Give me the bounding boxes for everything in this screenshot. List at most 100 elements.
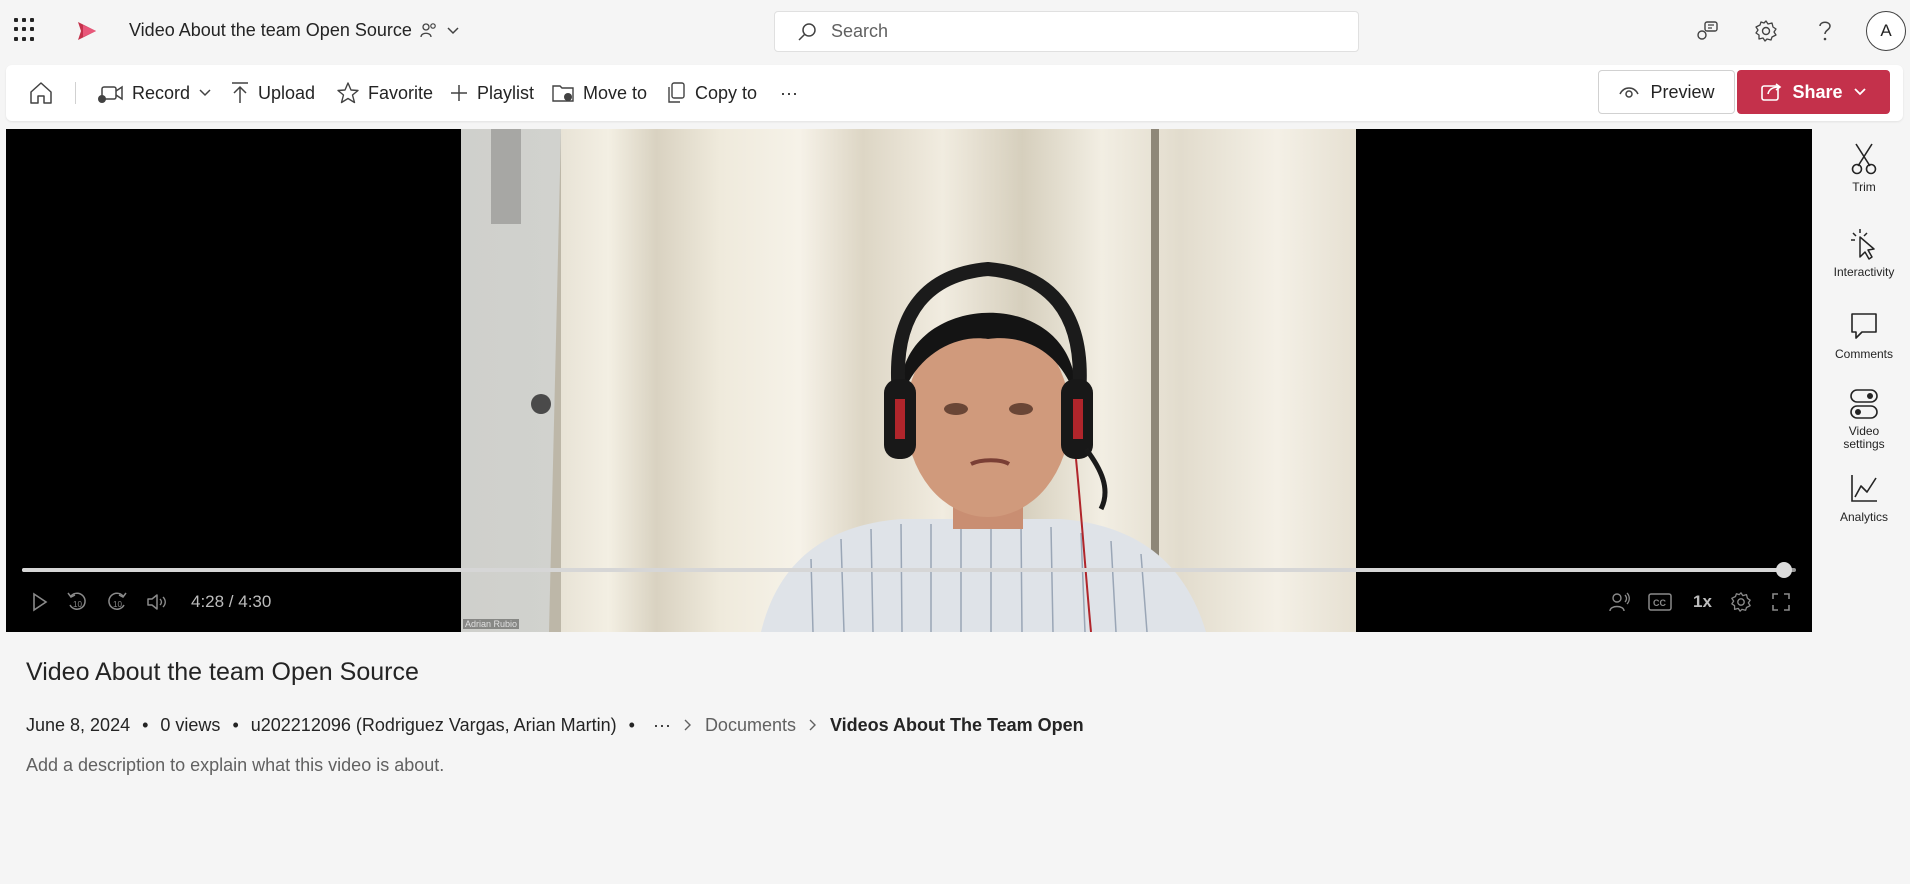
seek-bar[interactable]	[22, 562, 1796, 578]
play-button[interactable]	[26, 589, 52, 615]
chevron-down-icon	[199, 89, 211, 97]
trim-button[interactable]: Trim	[1820, 142, 1908, 194]
video-settings-button[interactable]: Video settings	[1820, 387, 1908, 451]
copy-icon	[668, 82, 685, 103]
people-icon	[420, 22, 436, 37]
play-icon	[33, 592, 48, 612]
rewind-10-icon: 10	[67, 592, 86, 610]
move-to-button[interactable]: Move to	[551, 65, 647, 121]
record-label: Record	[132, 82, 191, 103]
chevron-down-icon	[1853, 88, 1866, 96]
search-placeholder: Search	[831, 21, 889, 41]
home-button[interactable]	[28, 65, 54, 121]
breadcrumb-chevron-icon	[808, 718, 818, 732]
separator-dot: •	[628, 714, 635, 735]
seek-bar-thumb[interactable]	[1775, 562, 1792, 578]
avatar[interactable]: A	[1866, 11, 1906, 51]
plus-icon	[451, 85, 467, 101]
eye-icon	[1619, 87, 1640, 98]
volume-icon	[147, 594, 166, 610]
preview-button[interactable]: Preview	[1598, 70, 1735, 114]
upload-button[interactable]: Upload	[230, 65, 315, 121]
more-options-icon: ···	[780, 82, 798, 103]
video-player[interactable]: Adrian Rubio 10 10 4:28 / 4:30 CC 1x	[6, 129, 1812, 632]
gear-icon[interactable]	[1751, 16, 1781, 46]
help-icon[interactable]	[1810, 16, 1840, 46]
volume-button[interactable]	[144, 589, 170, 615]
camera-icon	[98, 85, 123, 103]
video-meta-row: June 8, 2024 • 0 views • u202212096 (Rod…	[26, 713, 1084, 737]
document-title-text: Video About the team Open Source	[129, 20, 412, 40]
trim-label: Trim	[1852, 180, 1876, 194]
interactivity-label: Interactivity	[1833, 265, 1895, 279]
view-count: 0 views	[160, 714, 221, 735]
captions-button[interactable]: CC	[1647, 589, 1673, 615]
gear-icon	[1731, 592, 1751, 612]
interactivity-button[interactable]: Interactivity	[1820, 227, 1908, 279]
command-bar: Record Upload Favorite Playlist Move to	[6, 65, 1903, 121]
video-frame	[461, 129, 1356, 632]
chevron-down-icon[interactable]	[446, 26, 460, 36]
star-icon	[337, 82, 359, 104]
rewind-10-button[interactable]: 10	[64, 589, 90, 615]
noise-icon	[1609, 592, 1630, 612]
record-button[interactable]: Record	[98, 65, 212, 121]
svg-text:10: 10	[113, 600, 122, 609]
description-field[interactable]: Add a description to explain what this v…	[26, 755, 444, 776]
chart-line-icon	[1851, 475, 1877, 502]
document-title[interactable]: Video About the team Open Source	[129, 20, 460, 41]
breadcrumb-current-folder[interactable]: Videos About The Team Open	[830, 715, 1084, 736]
analytics-button[interactable]: Analytics	[1820, 472, 1908, 524]
video-title: Video About the team Open Source	[26, 658, 419, 686]
seek-bar-fill	[22, 568, 1784, 572]
playlist-button[interactable]: Playlist	[449, 65, 534, 121]
favorite-button[interactable]: Favorite	[336, 65, 433, 121]
share-label: Share	[1792, 81, 1843, 102]
preview-label: Preview	[1650, 81, 1715, 102]
analytics-label: Analytics	[1839, 510, 1889, 524]
owner-name[interactable]: u202212096 (Rodriguez Vargas, Arian Mart…	[251, 715, 617, 736]
camera-caption: Adrian Rubio	[463, 619, 520, 629]
fullscreen-button[interactable]	[1768, 589, 1794, 615]
app-launcher-waffle-icon[interactable]	[14, 18, 38, 42]
feedback-icon[interactable]	[1692, 16, 1722, 46]
more-options-button[interactable]: ···	[780, 65, 798, 121]
scissors-icon	[1851, 143, 1877, 175]
player-settings-button[interactable]	[1728, 589, 1754, 615]
avatar-initial: A	[1880, 21, 1892, 40]
cc-icon: CC	[1648, 593, 1672, 611]
share-icon	[1761, 83, 1782, 101]
video-settings-label-line2: settings	[1843, 437, 1885, 452]
fullscreen-icon	[1772, 593, 1790, 611]
upload-date: June 8, 2024	[26, 714, 131, 735]
favorite-label: Favorite	[368, 82, 434, 103]
folder-move-icon	[552, 85, 574, 102]
svg-text:10: 10	[73, 600, 82, 609]
home-icon	[30, 82, 52, 104]
time-display: 4:28 / 4:30	[191, 592, 272, 611]
playlist-label: Playlist	[477, 82, 535, 103]
cursor-click-icon	[1851, 229, 1875, 260]
share-button[interactable]: Share	[1737, 70, 1890, 114]
stream-logo-icon[interactable]	[74, 18, 100, 44]
comments-button[interactable]: Comments	[1820, 309, 1908, 361]
copy-to-label: Copy to	[695, 82, 758, 103]
search-box[interactable]: Search	[774, 11, 1359, 52]
separator-dot: •	[232, 714, 239, 735]
top-bar: Video About the team Open Source Search	[0, 0, 1910, 62]
upload-icon	[232, 82, 248, 103]
forward-10-button[interactable]: 10	[104, 589, 130, 615]
comment-icon	[1851, 313, 1877, 339]
upload-label: Upload	[258, 82, 316, 103]
playback-speed-button[interactable]: 1x	[1693, 592, 1712, 612]
noise-suppression-button[interactable]	[1606, 589, 1632, 615]
breadcrumb-chevron-icon	[683, 718, 693, 732]
move-to-label: Move to	[583, 82, 648, 103]
toggle-settings-icon	[1850, 389, 1878, 419]
separator-dot: •	[142, 714, 149, 735]
breadcrumb-more-button[interactable]: ···	[653, 715, 671, 736]
forward-10-icon: 10	[108, 592, 127, 610]
breadcrumb-documents[interactable]: Documents	[705, 715, 796, 736]
copy-to-button[interactable]: Copy to	[665, 65, 757, 121]
comments-label: Comments	[1834, 347, 1893, 361]
